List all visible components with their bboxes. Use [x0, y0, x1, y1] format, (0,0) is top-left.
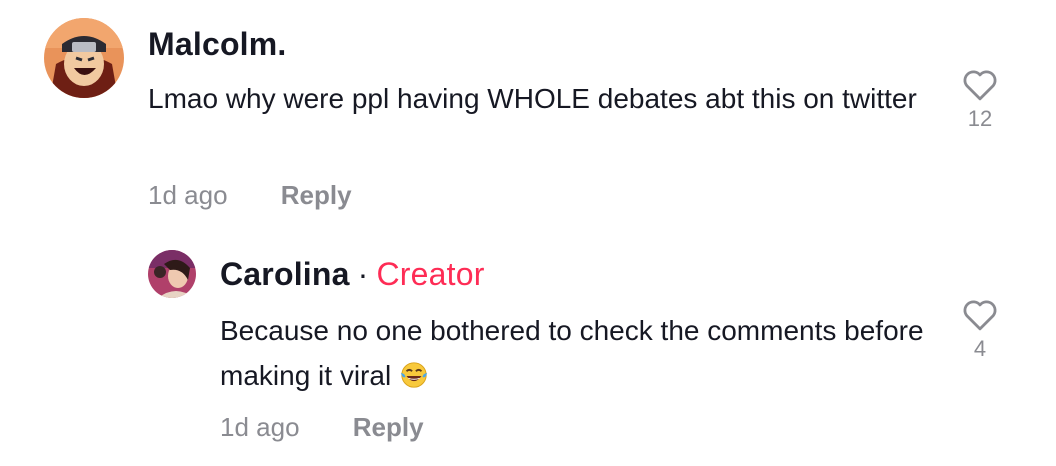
comment-text: Lmao why were ppl having WHOLE debates a…	[148, 83, 917, 114]
like-count: 12	[967, 106, 993, 131]
heart-outline-icon	[963, 300, 997, 331]
like-count: 4	[973, 336, 987, 361]
creator-username[interactable]: Carolina	[220, 256, 350, 292]
reply-button[interactable]: Reply	[353, 412, 424, 442]
comment-meta: 1d ago Reply	[220, 412, 424, 443]
laughing-tears-emoji-icon	[400, 362, 428, 388]
anime-character-avatar-icon	[44, 18, 124, 98]
avatar[interactable]	[44, 18, 124, 98]
user-photo-avatar-icon	[148, 250, 196, 298]
comment-timestamp: 1d ago	[148, 180, 228, 210]
heart-outline-icon	[963, 70, 997, 101]
comment-meta: 1d ago Reply	[148, 180, 352, 211]
comment-text-content: Because no one bothered to check the com…	[220, 315, 924, 391]
separator-dot: ·	[357, 256, 369, 292]
comment-text: Because no one bothered to check the com…	[220, 308, 940, 398]
comment-timestamp: 1d ago	[220, 412, 300, 442]
creator-badge: Creator	[376, 256, 485, 292]
avatar[interactable]	[148, 250, 196, 298]
comment-username: Carolina · Creator	[220, 256, 485, 293]
like-button[interactable]: 4	[960, 298, 1000, 362]
like-button[interactable]: 12	[960, 68, 1000, 132]
comment-username[interactable]: Malcolm.	[148, 26, 287, 63]
reply-button[interactable]: Reply	[281, 180, 352, 210]
